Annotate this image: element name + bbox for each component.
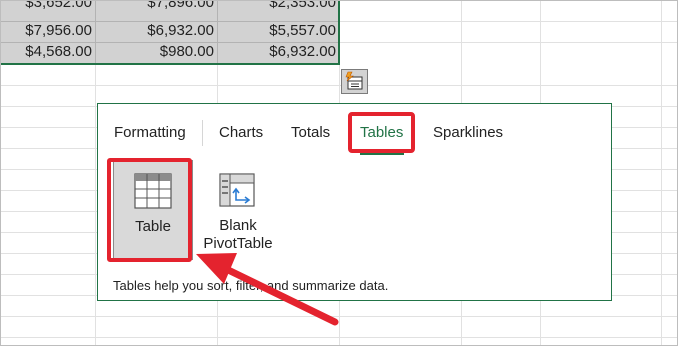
annotation-arrow <box>196 253 339 326</box>
